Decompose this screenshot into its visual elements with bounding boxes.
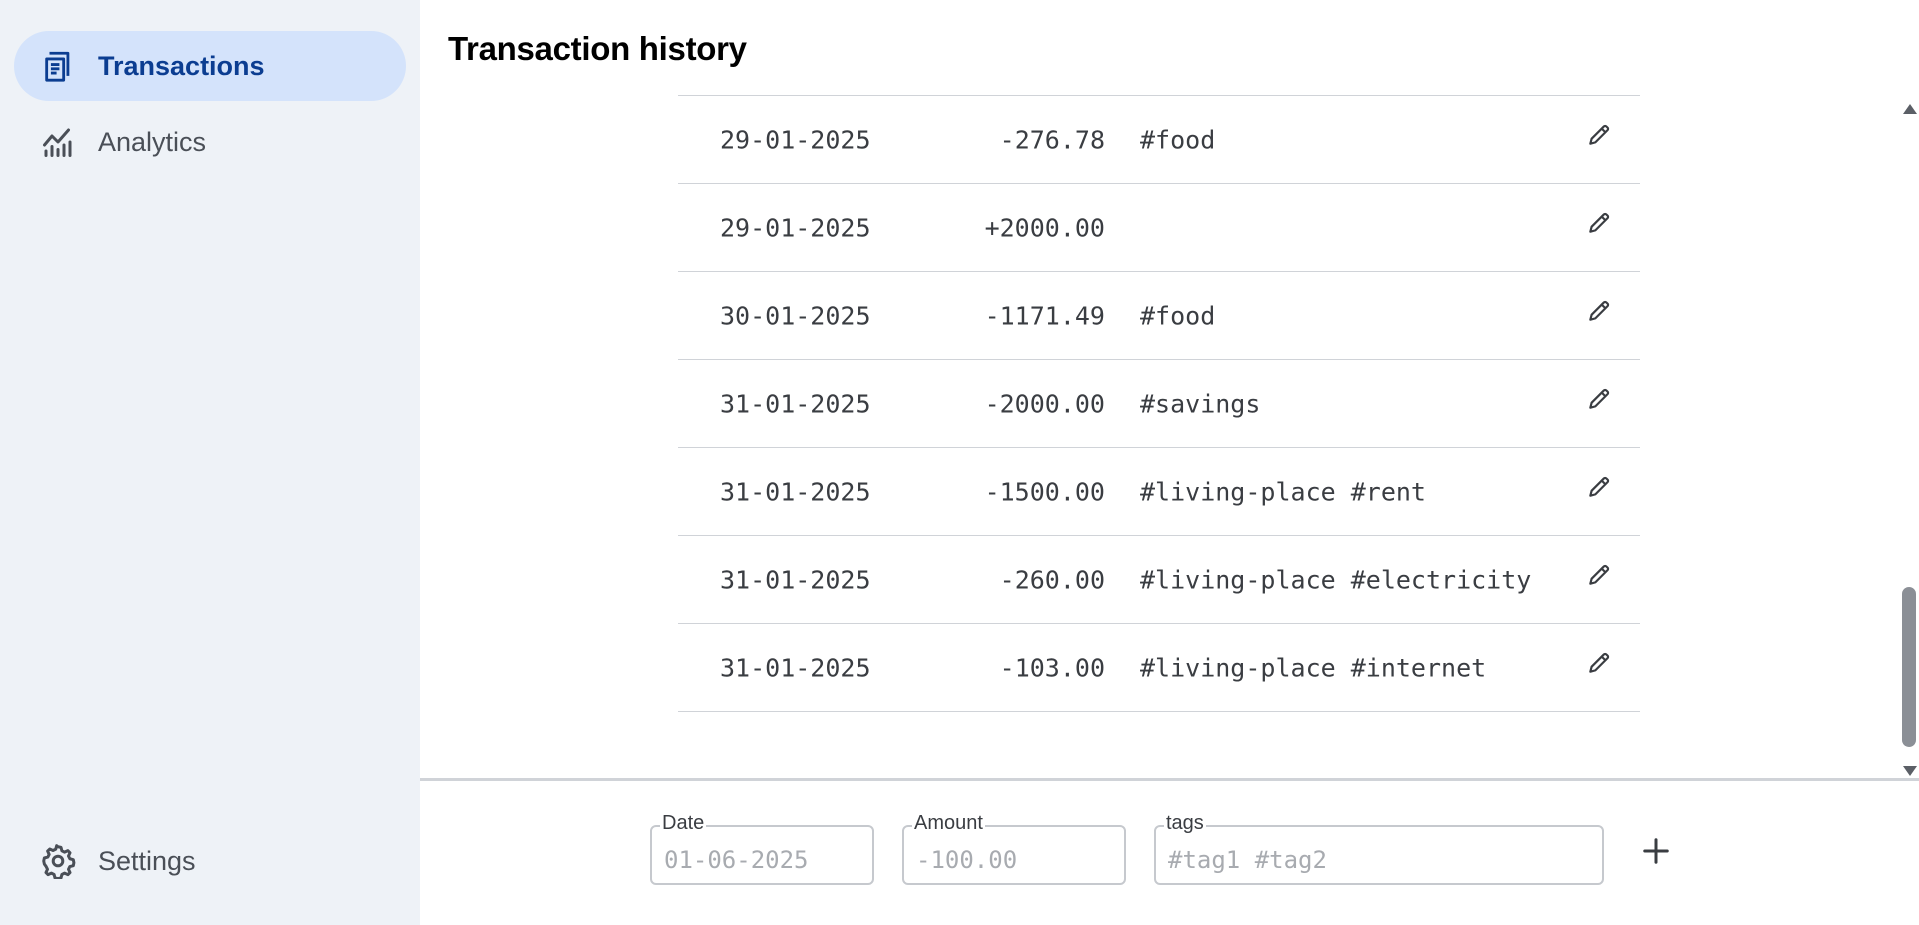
transaction-row: 28-01-2025-46.00#food #water [678,86,1640,96]
transaction-date: 29-01-2025 [720,213,871,242]
transaction-row: 30-01-2025 -1171.49 #food [678,272,1640,360]
transaction-amount: -1171.49 [984,301,1105,330]
gear-icon [40,843,76,879]
transaction-date: 29-01-2025 [720,125,871,154]
transaction-tags: #food [1140,125,1216,154]
amount-input[interactable] [904,827,1124,883]
scroll-up-arrow-icon[interactable] [1903,104,1917,114]
transaction-date: 30-01-2025 [720,301,871,330]
edit-pencil-icon[interactable] [1584,384,1614,414]
transaction-amount: -2000.00 [984,389,1105,418]
transaction-date: 31-01-2025 [720,653,871,682]
main-content: Transaction history 28-01-2025-46.00#foo… [420,0,1919,925]
transaction-date: 31-01-2025 [720,477,871,506]
sidebar-item-label: Analytics [98,126,207,157]
page-title: Transaction history [448,30,747,67]
transaction-amount: +2000.00 [984,213,1105,242]
tags-input[interactable] [1156,827,1602,883]
transaction-row: 31-01-2025 -260.00 #living-place #electric… [678,536,1640,624]
chart-icon [40,124,76,160]
transaction-tags: #living-place #electricity [1140,565,1532,594]
transaction-row: 31-01-2025 -1500.00 #living-place #rent [678,448,1640,536]
sidebar-item-transactions[interactable]: Transactions [14,31,406,101]
sidebar-item-label: Transactions [98,50,265,81]
scrollbar[interactable] [1899,100,1919,776]
transaction-amount: -260.00 [999,565,1105,594]
new-transaction-form: Date Amount tags [420,781,1919,925]
scroll-down-arrow-icon[interactable] [1903,766,1917,776]
transaction-row: 31-01-2025 -2000.00 #savings [678,360,1640,448]
transaction-amount: -276.78 [999,125,1105,154]
transaction-tags: #savings [1140,389,1261,418]
transaction-row: 29-01-2025 -276.78 #food [678,96,1640,184]
transaction-list[interactable]: 28-01-2025-46.00#food #water 29-01-2025 -2… [420,86,1899,778]
plus-icon [1641,836,1671,871]
transaction-date: 31-01-2025 [720,389,871,418]
sidebar-item-settings[interactable]: Settings [14,826,406,896]
edit-pencil-icon[interactable] [1584,296,1614,326]
receipt-icon [40,48,76,84]
transaction-amount: -1500.00 [984,477,1105,506]
transaction-date: 31-01-2025 [720,565,871,594]
scrollbar-thumb[interactable] [1902,587,1916,747]
date-input[interactable] [652,827,872,883]
add-transaction-button[interactable] [1634,831,1678,875]
transaction-table: 28-01-2025-46.00#food #water 29-01-2025 -2… [678,86,1640,712]
edit-pencil-icon[interactable] [1584,648,1614,678]
sidebar-item-label: Settings [98,845,196,876]
transaction-amount: -103.00 [999,653,1105,682]
date-field: Date [650,811,874,885]
tags-field: tags [1154,811,1604,885]
transaction-tags: #living-place #rent [1140,477,1426,506]
transaction-tags: #living-place #internet [1140,653,1487,682]
transaction-row: 31-01-2025 -103.00 #living-place #internet [678,624,1640,712]
sidebar: Transactions Analytics Settings [0,0,420,925]
amount-field: Amount [902,811,1126,885]
transaction-row: 29-01-2025 +2000.00 [678,184,1640,272]
edit-pencil-icon[interactable] [1584,120,1614,150]
transaction-tags: #food [1140,301,1216,330]
sidebar-item-analytics[interactable]: Analytics [14,107,406,177]
edit-pencil-icon[interactable] [1584,208,1614,238]
edit-pencil-icon[interactable] [1584,560,1614,590]
edit-pencil-icon[interactable] [1584,472,1614,502]
